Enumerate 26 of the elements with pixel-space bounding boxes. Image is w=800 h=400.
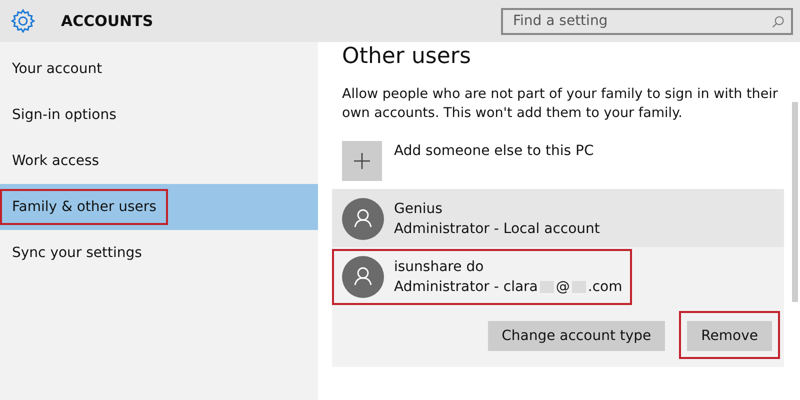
sidebar-item[interactable]: Work access bbox=[0, 138, 318, 184]
account-detail: Administrator - clara bbox=[394, 278, 538, 297]
section-title: Other users bbox=[342, 44, 472, 69]
avatar-icon bbox=[342, 198, 384, 240]
user-row[interactable]: Genius Administrator - Local account bbox=[332, 189, 784, 247]
sidebar-item[interactable]: Family & other users bbox=[0, 184, 318, 230]
action-button[interactable]: Remove bbox=[687, 321, 772, 351]
description-text: Allow people who are not part of your family to sign in with their own accounts. This won't add them to your family. bbox=[342, 85, 779, 123]
account-detail: Administrator - Local account bbox=[394, 220, 600, 239]
account-detail: @ bbox=[556, 278, 570, 297]
sidebar-item[interactable]: Sign-in options bbox=[0, 92, 318, 138]
sidebar-item[interactable]: Your account bbox=[0, 46, 318, 92]
user-name: Genius bbox=[394, 200, 444, 219]
settings-icon bbox=[10, 8, 36, 34]
add-button[interactable] bbox=[342, 141, 382, 181]
user-name: isunshare do bbox=[394, 258, 485, 277]
account-detail: .com bbox=[588, 278, 622, 297]
search-icon bbox=[771, 14, 785, 28]
action-button[interactable]: Change account type bbox=[488, 321, 666, 351]
scrollbar-thumb[interactable] bbox=[792, 102, 798, 302]
avatar-icon bbox=[342, 256, 384, 298]
page-title: ACCOUNTS bbox=[61, 12, 154, 30]
add-user-link[interactable]: Add someone else to this PC bbox=[394, 143, 594, 159]
sidebar-item[interactable]: Sync your settings bbox=[0, 230, 318, 276]
search-field[interactable]: Find a setting bbox=[501, 8, 793, 34]
plus-icon bbox=[352, 151, 372, 171]
